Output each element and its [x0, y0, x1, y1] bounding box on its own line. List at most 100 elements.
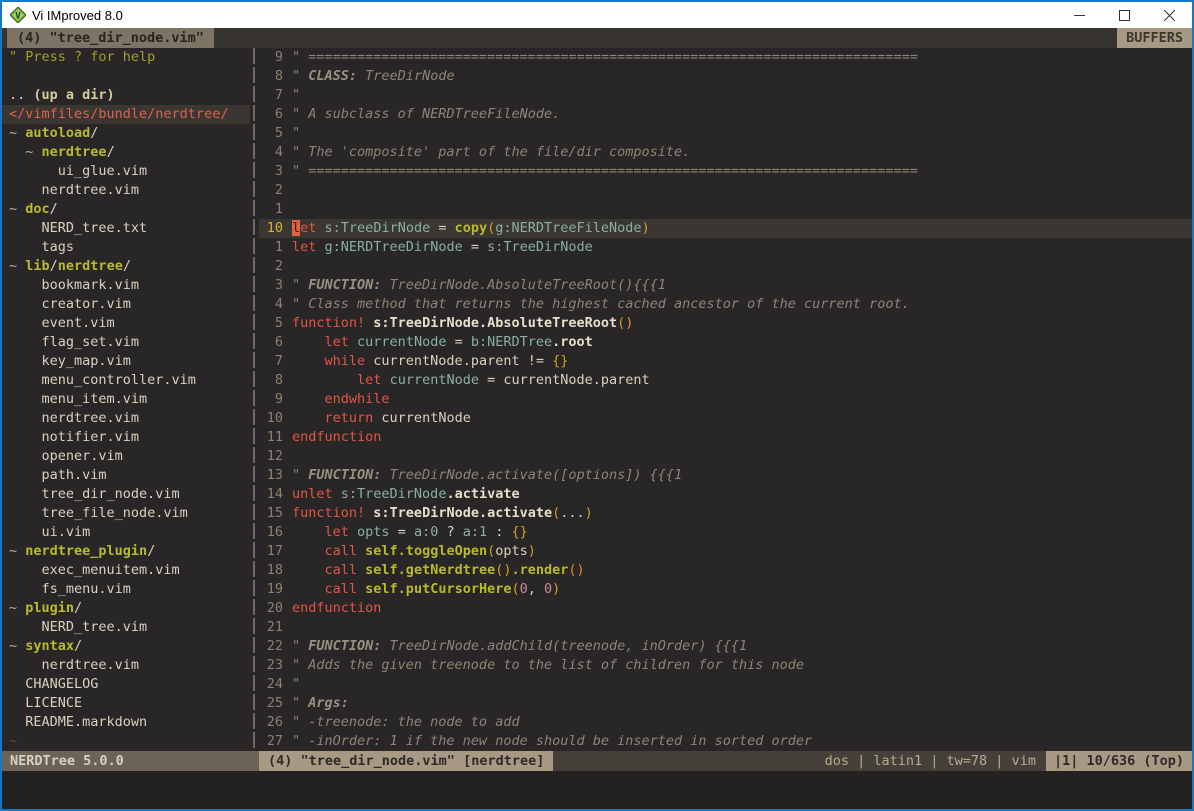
- code-line[interactable]: 6 let currentNode = b:NERDTree.root: [259, 333, 1192, 352]
- token: plugin: [25, 600, 74, 616]
- tree-item[interactable]: menu_item.vim: [2, 390, 250, 409]
- code-line[interactable]: 7": [259, 86, 1192, 105]
- token: s:TreeDirNode: [487, 239, 593, 255]
- tree-item[interactable]: ~ plugin/: [2, 599, 250, 618]
- code-line[interactable]: 8" CLASS: TreeDirNode: [259, 67, 1192, 86]
- tree-item[interactable]: menu_controller.vim: [2, 371, 250, 390]
- code-line[interactable]: 4" The 'composite' part of the file/dir …: [259, 143, 1192, 162]
- tree-item[interactable]: [2, 67, 250, 86]
- token: flag_set.vim: [9, 334, 139, 350]
- code-line[interactable]: 8 let currentNode = currentNode.parent: [259, 371, 1192, 390]
- buffers-label[interactable]: BUFFERS: [1117, 28, 1192, 48]
- tree-item[interactable]: nerdtree.vim: [2, 656, 250, 675]
- token: s:TreeDirNode.activate: [373, 505, 552, 521]
- tree-item[interactable]: ~ doc/: [2, 200, 250, 219]
- code-line[interactable]: 1: [259, 200, 1192, 219]
- window-separator[interactable]: [250, 48, 259, 751]
- code-text: " FUNCTION: TreeDirNode.addChild(treenod…: [292, 637, 747, 656]
- tree-item[interactable]: fs_menu.vim: [2, 580, 250, 599]
- tree-item[interactable]: ~ lib/nerdtree/: [2, 257, 250, 276]
- token: event.vim: [9, 315, 115, 331]
- code-line[interactable]: 3" FUNCTION: TreeDirNode.AbsoluteTreeRoo…: [259, 276, 1192, 295]
- tree-item[interactable]: ui_glue.vim: [2, 162, 250, 181]
- tree-item[interactable]: creator.vim: [2, 295, 250, 314]
- code-line[interactable]: 5function! s:TreeDirNode.AbsoluteTreeRoo…: [259, 314, 1192, 333]
- code-line[interactable]: 10let s:TreeDirNode = copy(g:NERDTreeFil…: [259, 219, 1192, 238]
- code-line[interactable]: 15function! s:TreeDirNode.activate(...): [259, 504, 1192, 523]
- tree-item[interactable]: ui.vim: [2, 523, 250, 542]
- tree-item[interactable]: " Press ? for help: [2, 48, 250, 67]
- code-line[interactable]: 24": [259, 675, 1192, 694]
- token: currentNode: [373, 410, 471, 426]
- tree-item[interactable]: NERD_tree.txt: [2, 219, 250, 238]
- token: g:NERDTreeFileNode: [495, 220, 641, 236]
- tree-item[interactable]: LICENCE: [2, 694, 250, 713]
- token: ~: [9, 638, 25, 654]
- code-line[interactable]: 1let g:NERDTreeDirNode = s:TreeDirNode: [259, 238, 1192, 257]
- code-line[interactable]: 26" -treenode: the node to add: [259, 713, 1192, 732]
- token: [292, 391, 325, 407]
- code-line[interactable]: 10 return currentNode: [259, 409, 1192, 428]
- tree-item[interactable]: CHANGELOG: [2, 675, 250, 694]
- code-line[interactable]: 9 endwhile: [259, 390, 1192, 409]
- command-line[interactable]: [2, 771, 1192, 809]
- tree-item[interactable]: tree_file_node.vim: [2, 504, 250, 523]
- tree-item[interactable]: ~: [2, 732, 250, 751]
- tree-root-item[interactable]: </vimfiles/bundle/nerdtree/: [2, 105, 250, 124]
- close-button[interactable]: [1147, 2, 1192, 28]
- code-line[interactable]: 14unlet s:TreeDirNode.activate: [259, 485, 1192, 504]
- code-line[interactable]: 21: [259, 618, 1192, 637]
- code-line[interactable]: 4" Class method that returns the highest…: [259, 295, 1192, 314]
- tab-tree-dir-node[interactable]: (4) "tree_dir_node.vim": [7, 28, 214, 48]
- code-line[interactable]: 19 call self.putCursorHere(0, 0): [259, 580, 1192, 599]
- tree-item[interactable]: exec_menuitem.vim: [2, 561, 250, 580]
- code-line[interactable]: 11endfunction: [259, 428, 1192, 447]
- code-line[interactable]: 27" -inOrder: 1 if the new node should b…: [259, 732, 1192, 751]
- tree-item[interactable]: nerdtree.vim: [2, 409, 250, 428]
- token: CHANGELOG: [9, 676, 98, 692]
- tree-item[interactable]: ~ nerdtree/: [2, 143, 250, 162]
- tree-item[interactable]: tree_dir_node.vim: [2, 485, 250, 504]
- tree-item[interactable]: ~ autoload/: [2, 124, 250, 143]
- tree-item[interactable]: ~ syntax/: [2, 637, 250, 656]
- code-line[interactable]: 6" A subclass of NERDTreeFileNode.: [259, 105, 1192, 124]
- code-line[interactable]: 23" Adds the given treenode to the list …: [259, 656, 1192, 675]
- tree-item[interactable]: tags: [2, 238, 250, 257]
- token: [349, 334, 357, 350]
- code-line[interactable]: 16 let opts = a:0 ? a:1 : {}: [259, 523, 1192, 542]
- code-line[interactable]: 20endfunction: [259, 599, 1192, 618]
- tree-item[interactable]: flag_set.vim: [2, 333, 250, 352]
- tree-item[interactable]: path.vim: [2, 466, 250, 485]
- code-line[interactable]: 13" FUNCTION: TreeDirNode.activate([opti…: [259, 466, 1192, 485]
- code-line[interactable]: 3" =====================================…: [259, 162, 1192, 181]
- tree-item[interactable]: .. (up a dir): [2, 86, 250, 105]
- code-line[interactable]: 18 call self.getNerdtree().render(): [259, 561, 1192, 580]
- code-line[interactable]: 22" FUNCTION: TreeDirNode.addChild(treen…: [259, 637, 1192, 656]
- code-line[interactable]: 2: [259, 181, 1192, 200]
- tree-item[interactable]: notifier.vim: [2, 428, 250, 447]
- tree-item[interactable]: opener.vim: [2, 447, 250, 466]
- code-line[interactable]: 7 while currentNode.parent != {}: [259, 352, 1192, 371]
- code-line[interactable]: 17 call self.toggleOpen(opts): [259, 542, 1192, 561]
- code-line[interactable]: 2: [259, 257, 1192, 276]
- tree-item[interactable]: event.vim: [2, 314, 250, 333]
- tree-item[interactable]: nerdtree.vim: [2, 181, 250, 200]
- code-line[interactable]: 25" Args:: [259, 694, 1192, 713]
- code-line[interactable]: 12: [259, 447, 1192, 466]
- tree-item[interactable]: README.markdown: [2, 713, 250, 732]
- tree-item[interactable]: key_map.vim: [2, 352, 250, 371]
- token: = currentNode.parent: [479, 372, 650, 388]
- tree-item[interactable]: bookmark.vim: [2, 276, 250, 295]
- tree-item[interactable]: NERD_tree.vim: [2, 618, 250, 637]
- token: opts: [357, 524, 390, 540]
- token: [292, 562, 325, 578]
- token: nerdtree.vim: [9, 410, 139, 426]
- code-line[interactable]: 9" =====================================…: [259, 48, 1192, 67]
- minimize-button[interactable]: [1057, 2, 1102, 28]
- token: ?: [438, 524, 462, 540]
- maximize-button[interactable]: [1102, 2, 1147, 28]
- tree-item[interactable]: ~ nerdtree_plugin/: [2, 542, 250, 561]
- token: (): [495, 562, 511, 578]
- code-line[interactable]: 5": [259, 124, 1192, 143]
- token: =: [463, 239, 487, 255]
